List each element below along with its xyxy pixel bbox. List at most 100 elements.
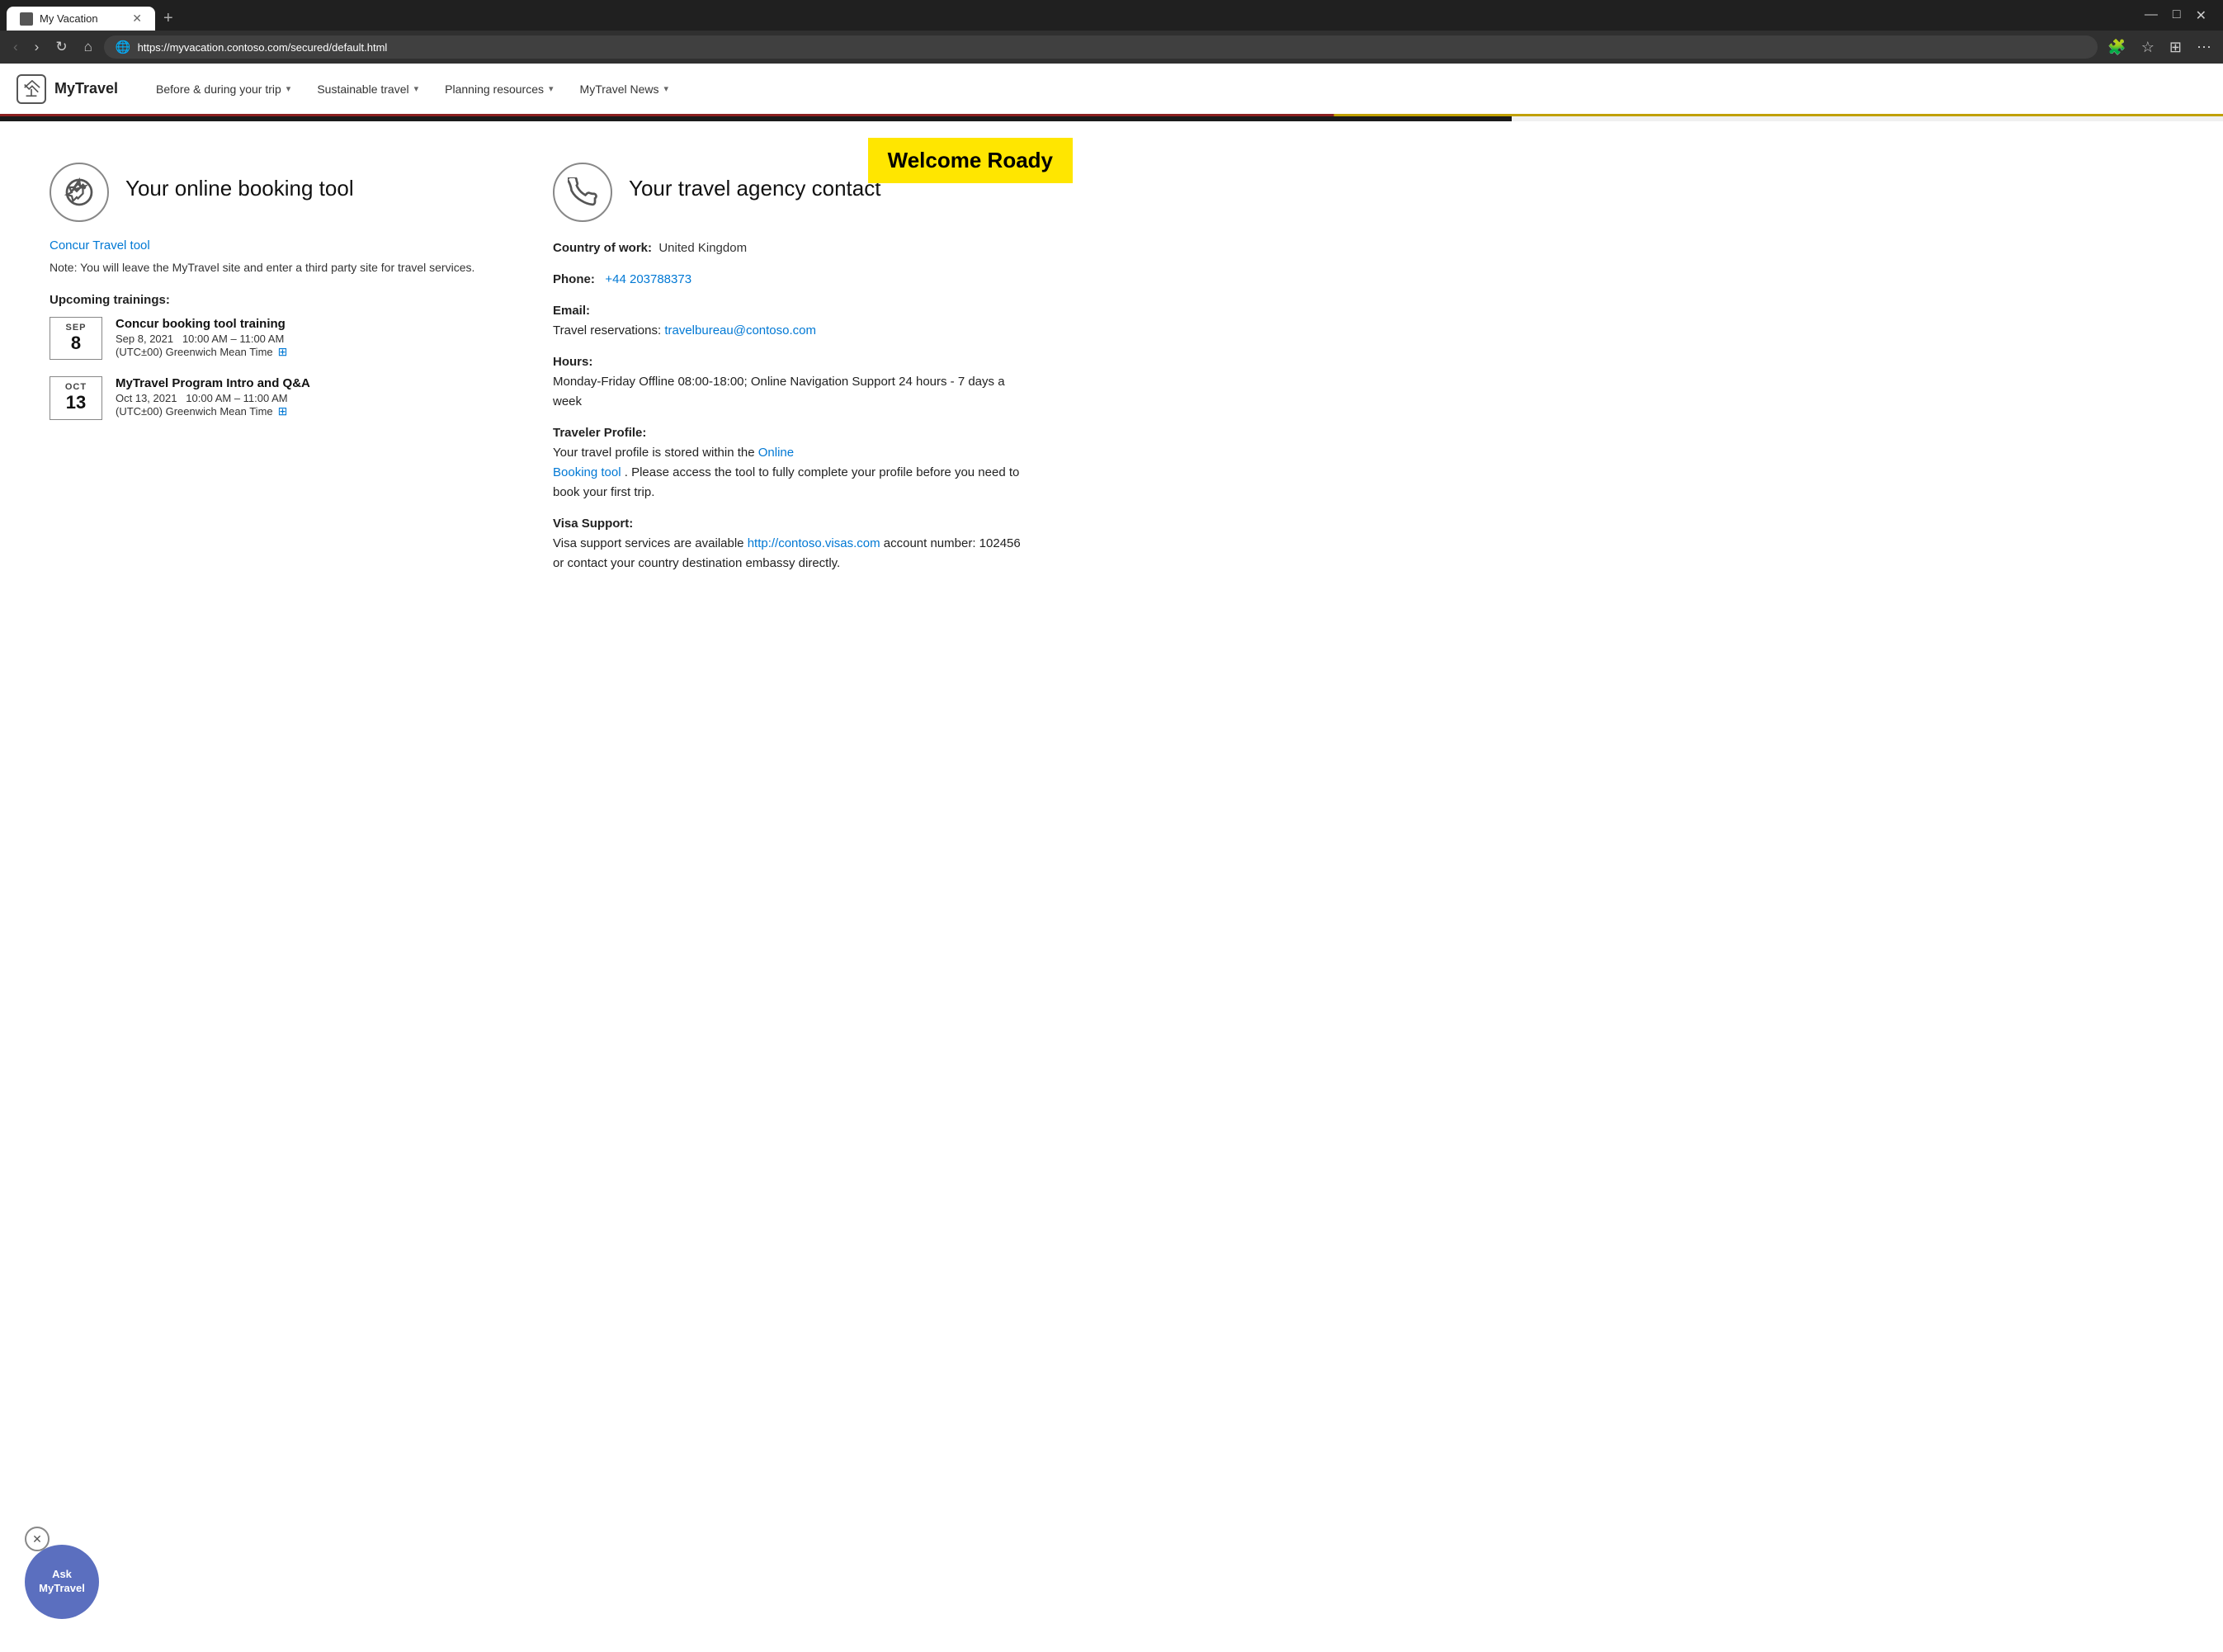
nav-label-before-during: Before & during your trip bbox=[156, 83, 281, 96]
forward-button[interactable]: › bbox=[30, 35, 45, 59]
browser-tab-active[interactable]: My Vacation ✕ bbox=[7, 7, 155, 31]
concur-travel-link[interactable]: Concur Travel tool bbox=[50, 238, 150, 253]
booking-section: Your online booking tool Concur Travel t… bbox=[50, 163, 520, 585]
new-tab-button[interactable]: + bbox=[155, 9, 182, 28]
welcome-badge: Welcome Roady bbox=[868, 138, 1073, 183]
nav-item-planning[interactable]: Planning resources ▾ bbox=[432, 64, 566, 114]
nav-label-news: MyTravel News bbox=[580, 83, 659, 96]
favorites-icon[interactable]: ☆ bbox=[2138, 37, 2158, 58]
email-desc: Travel reservations: bbox=[553, 323, 664, 337]
email-row: Email: Travel reservations: travelbureau… bbox=[553, 301, 1023, 341]
event-1-title: Concur booking tool training bbox=[116, 317, 287, 331]
booking-note: Note: You will leave the MyTravel site a… bbox=[50, 259, 520, 276]
site-logo: MyTravel bbox=[17, 74, 118, 104]
booking-section-header: Your online booking tool bbox=[50, 163, 520, 222]
traveler-profile-row: Traveler Profile: Your travel profile is… bbox=[553, 423, 1023, 503]
home-button[interactable]: ⌂ bbox=[79, 35, 97, 59]
page-wrapper: MyTravel Before & during your trip ▾ Sus… bbox=[0, 64, 2223, 1617]
tab-title: My Vacation bbox=[40, 12, 98, 25]
refresh-button[interactable]: ↻ bbox=[50, 35, 72, 59]
country-of-work-row: Country of work: United Kingdom bbox=[553, 238, 1023, 258]
agency-section-body: Country of work: United Kingdom Phone: +… bbox=[553, 238, 1023, 573]
maximize-button[interactable]: □ bbox=[2173, 7, 2181, 24]
toolbar-actions: 🧩 ☆ ⊞ ⋯ bbox=[2104, 37, 2215, 58]
event-2-timezone-text: (UTC±00) Greenwich Mean Time bbox=[116, 405, 273, 418]
event-1-time: Sep 8, 2021 10:00 AM – 11:00 AM bbox=[116, 333, 287, 345]
visa-support-label: Visa Support: bbox=[553, 517, 633, 531]
browser-chrome: My Vacation ✕ + — □ ✕ ‹ › ↻ ⌂ 🌐 🧩 ☆ ⊞ ⋯ bbox=[0, 0, 2223, 64]
chevron-down-icon: ▾ bbox=[663, 83, 668, 94]
logo-icon bbox=[17, 74, 46, 104]
nav-items: Before & during your trip ▾ Sustainable … bbox=[143, 64, 682, 114]
url-input[interactable] bbox=[138, 41, 2087, 54]
tab-close-button[interactable]: ✕ bbox=[132, 12, 142, 26]
logo-text: MyTravel bbox=[54, 80, 118, 97]
browser-tab-bar: My Vacation ✕ + — □ ✕ bbox=[0, 0, 2223, 31]
extensions-icon[interactable]: 🧩 bbox=[2104, 37, 2129, 58]
chevron-down-icon: ▾ bbox=[549, 83, 554, 94]
chat-label-line2: MyTravel bbox=[39, 1582, 85, 1596]
event-2-details: MyTravel Program Intro and Q&A Oct 13, 2… bbox=[116, 376, 310, 418]
event-2-time: Oct 13, 2021 10:00 AM – 11:00 AM bbox=[116, 392, 310, 404]
chat-label-line1: Ask bbox=[52, 1568, 72, 1582]
back-button[interactable]: ‹ bbox=[8, 35, 23, 59]
event-item-1: SEP 8 Concur booking tool training Sep 8… bbox=[50, 317, 520, 360]
chat-close-button[interactable]: ✕ bbox=[25, 1527, 50, 1551]
event-2-month: OCT bbox=[57, 382, 95, 392]
address-bar[interactable]: 🌐 bbox=[104, 35, 2098, 59]
collections-icon[interactable]: ⊞ bbox=[2166, 37, 2185, 58]
event-1-details: Concur booking tool training Sep 8, 2021… bbox=[116, 317, 287, 359]
nav-item-sustainable[interactable]: Sustainable travel ▾ bbox=[304, 64, 432, 114]
event-2-day: 13 bbox=[57, 392, 95, 413]
window-controls: — □ ✕ bbox=[2145, 7, 2216, 31]
event-1-month: SEP bbox=[57, 323, 95, 333]
phone-row: Phone: +44 203788373 bbox=[553, 270, 1023, 290]
email-label: Email: bbox=[553, 304, 590, 318]
event-1-timezone-text: (UTC±00) Greenwich Mean Time bbox=[116, 346, 273, 358]
booking-section-body: Concur Travel tool Note: You will leave … bbox=[50, 238, 520, 420]
chat-widget: ✕ Ask MyTravel bbox=[25, 1527, 99, 1619]
main-content: Welcome Roady Your online booking too bbox=[0, 121, 1073, 618]
nav-label-sustainable: Sustainable travel bbox=[317, 83, 408, 96]
browser-toolbar: ‹ › ↻ ⌂ 🌐 🧩 ☆ ⊞ ⋯ bbox=[0, 31, 2223, 64]
close-button[interactable]: ✕ bbox=[2196, 7, 2206, 24]
chevron-down-icon: ▾ bbox=[414, 83, 419, 94]
agency-section-title: Your travel agency contact bbox=[629, 163, 880, 201]
event-1-tz: (UTC±00) Greenwich Mean Time ⊞ bbox=[116, 345, 287, 359]
nav-label-planning: Planning resources bbox=[445, 83, 544, 96]
phone-link[interactable]: +44 203788373 bbox=[605, 272, 691, 286]
traveler-profile-text1: Your travel profile is stored within the bbox=[553, 446, 758, 460]
tab-favicon bbox=[20, 12, 33, 26]
hours-row: Hours: Monday-Friday Offline 08:00-18:00… bbox=[553, 352, 1023, 412]
visa-support-row: Visa Support: Visa support services are … bbox=[553, 514, 1023, 573]
event-2-date-box: OCT 13 bbox=[50, 376, 102, 419]
event-item-2: OCT 13 MyTravel Program Intro and Q&A Oc… bbox=[50, 376, 520, 419]
traveler-profile-text2: . Please access the tool to fully comple… bbox=[553, 465, 1019, 499]
agency-section: Your travel agency contact Country of wo… bbox=[553, 163, 1023, 585]
site-nav: MyTravel Before & during your trip ▾ Sus… bbox=[0, 64, 2223, 116]
globe-icon: 🌐 bbox=[116, 40, 131, 54]
chat-bubble-button[interactable]: Ask MyTravel bbox=[25, 1545, 99, 1619]
visa-support-text1: Visa support services are available bbox=[553, 536, 748, 550]
email-link[interactable]: travelbureau@contoso.com bbox=[664, 323, 816, 337]
hours-value: Monday-Friday Offline 08:00-18:00; Onlin… bbox=[553, 375, 1005, 408]
two-col-layout: Your online booking tool Concur Travel t… bbox=[50, 163, 1023, 585]
booking-icon-circle bbox=[50, 163, 109, 222]
event-1-day: 8 bbox=[57, 333, 95, 354]
country-value: United Kingdom bbox=[655, 241, 747, 255]
country-label: Country of work: bbox=[553, 241, 652, 255]
event-2-tz: (UTC±00) Greenwich Mean Time ⊞ bbox=[116, 404, 310, 418]
traveler-profile-label: Traveler Profile: bbox=[553, 426, 646, 440]
add-to-calendar-icon-1[interactable]: ⊞ bbox=[278, 345, 288, 359]
event-1-date-box: SEP 8 bbox=[50, 317, 102, 360]
chevron-down-icon: ▾ bbox=[286, 83, 291, 94]
nav-item-before-during[interactable]: Before & during your trip ▾ bbox=[143, 64, 304, 114]
booking-section-title: Your online booking tool bbox=[125, 163, 354, 201]
nav-item-news[interactable]: MyTravel News ▾ bbox=[567, 64, 682, 114]
more-options-icon[interactable]: ⋯ bbox=[2193, 37, 2215, 58]
phone-label: Phone: bbox=[553, 272, 595, 286]
minimize-button[interactable]: — bbox=[2145, 7, 2158, 24]
add-to-calendar-icon-2[interactable]: ⊞ bbox=[278, 404, 288, 418]
upcoming-trainings-label: Upcoming trainings: bbox=[50, 293, 520, 307]
visa-link[interactable]: http://contoso.visas.com bbox=[748, 536, 880, 550]
